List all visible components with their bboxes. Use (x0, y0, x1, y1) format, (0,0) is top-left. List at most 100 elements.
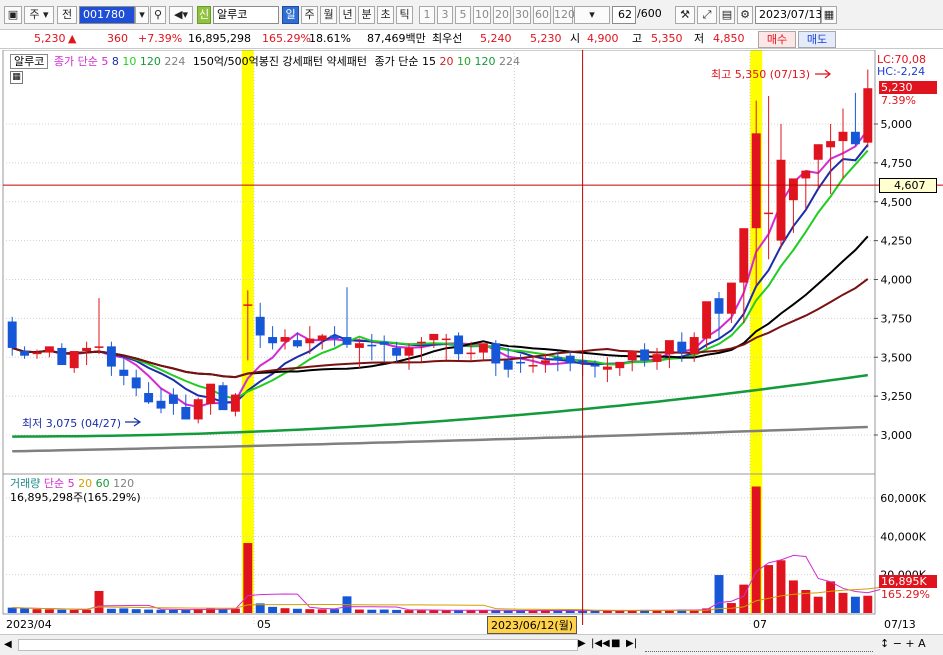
buy-button[interactable]: 매수 (758, 31, 796, 48)
speaker-icon[interactable]: ◀▾ (169, 6, 193, 24)
period-tab-6[interactable]: 틱 (396, 6, 413, 24)
interval-tab-1[interactable]: 3 (437, 6, 453, 24)
scroll-right-icon[interactable]: ▶ (578, 638, 586, 649)
price-tick-label-4: 4,000 (881, 274, 913, 287)
volume-bar-67 (838, 592, 848, 613)
period-tab-3[interactable]: 년 (339, 6, 356, 24)
interval-tab-0[interactable]: 1 (419, 6, 435, 24)
candle-body-48 (602, 366, 612, 370)
window-icon[interactable]: ▣ (4, 6, 22, 24)
candle-body-3 (44, 346, 54, 353)
candle-body-36 (454, 335, 464, 355)
code-dropdown-icon[interactable]: ▾ (135, 6, 149, 24)
period-tab-2[interactable]: 월 (320, 6, 337, 24)
change-pct: +7.39% (138, 32, 183, 45)
candle-body-10 (131, 377, 141, 389)
period-tab-0[interactable]: 일 (282, 6, 299, 24)
date-input[interactable]: 2023/07/13 (755, 6, 822, 24)
code-input[interactable]: 001780 (79, 6, 135, 24)
date-label-1: 05 (257, 618, 271, 631)
candle-body-66 (826, 141, 836, 148)
legend-ma-label: 종가 단순 (53, 55, 98, 68)
legend-stock-name[interactable]: 알루코 (10, 54, 49, 69)
volume-bar-6 (82, 609, 92, 613)
zoom-controls[interactable]: ↕ − + A (880, 637, 926, 650)
candle-body-33 (416, 341, 426, 344)
volume-bar-34 (429, 610, 439, 613)
price-tick-label-7: 3,250 (881, 390, 913, 403)
trade-amount: 87,469백만 (367, 32, 426, 45)
range-slider[interactable] (645, 638, 873, 652)
candle-body-31 (392, 347, 402, 356)
stop-icon[interactable]: ■ (611, 638, 620, 649)
market-select[interactable]: 주 ▾ (24, 6, 54, 24)
legend-ma2-224: 224 (498, 55, 520, 68)
period-tab-5[interactable]: 초 (377, 6, 394, 24)
candle-body-0 (7, 321, 17, 348)
period-tab-1[interactable]: 주 (301, 6, 318, 24)
search-icon[interactable]: ⚲ (150, 6, 166, 24)
count-total: /600 (637, 7, 662, 20)
candle-body-5 (69, 351, 79, 369)
candle-body-45 (565, 355, 575, 364)
save-icon[interactable]: ▤ (719, 6, 735, 24)
prev-button[interactable]: 전 (57, 6, 77, 24)
low-annotation: 최저 3,075 (04/27) (22, 417, 122, 430)
volume-bar-8 (106, 608, 116, 613)
interval-tab-7[interactable]: 120 (553, 6, 575, 24)
scroll-track[interactable] (18, 639, 578, 651)
interval-tab-6[interactable]: 60 (533, 6, 551, 24)
grid-toggle-icon[interactable]: ▦ (10, 71, 23, 84)
chart-area[interactable]: 5,000 4,750 4,500 4,250 4,000 3,750 3,500 3,250… (0, 49, 943, 655)
sell-button[interactable]: 매도 (798, 31, 836, 48)
gear-icon[interactable]: ⚙ (737, 6, 753, 24)
market-label: 주 (29, 8, 40, 21)
candle-body-69 (863, 88, 873, 143)
quote-bar: 5,230 ▲ 360 +7.39% 16,895,298 165.29% 18… (0, 30, 943, 49)
candle-body-64 (801, 170, 811, 179)
legend-ma2-10: 10 (456, 55, 471, 68)
candle-body-14 (181, 407, 191, 420)
price-tick-label-1: 4,750 (881, 157, 913, 170)
volume-bar-61 (764, 565, 774, 613)
candle-body-20 (255, 316, 265, 336)
hc-label: HC:-2,24 (877, 65, 926, 78)
period-tab-4[interactable]: 분 (358, 6, 375, 24)
volume-bar-62 (776, 560, 786, 613)
interval-tab-2[interactable]: 5 (455, 6, 471, 24)
draw-tool-icon[interactable]: ⤢ (697, 6, 717, 24)
candle-body-52 (652, 354, 662, 362)
candle-body-68 (850, 131, 860, 145)
legend-ma120: 120 (139, 55, 161, 68)
interval-tab-3[interactable]: 10 (473, 6, 491, 24)
price-legend: 알루코 종가 단순 5 8 10 120 224 150억/500억봉진 강세패… (10, 53, 520, 69)
price-tick-label-3: 4,250 (881, 235, 913, 248)
candle-body-47 (590, 365, 600, 367)
volume-bar-65 (813, 596, 823, 613)
candle-body-22 (280, 337, 290, 342)
rewind-icon[interactable]: |◀◀ (591, 638, 610, 649)
last-pct-tag: 7.39% (881, 94, 916, 107)
best-bid: 5,230 (530, 32, 562, 45)
candle-body-61 (764, 212, 774, 215)
calendar-icon[interactable]: ▦ (821, 6, 837, 24)
interval-tab-5[interactable]: 30 (513, 6, 531, 24)
volume-bar-12 (156, 609, 166, 613)
cross-price-tag: 4,607 (879, 178, 937, 193)
interval-tab-4[interactable]: 20 (493, 6, 511, 24)
play-icon[interactable]: ▶| (626, 638, 637, 649)
interval-select[interactable]: ▾ (574, 6, 610, 24)
candle-body-62 (776, 159, 786, 241)
date-label-3: 07 (753, 618, 767, 631)
legend-ma8: 8 (111, 55, 119, 68)
candle-body-6 (82, 347, 92, 352)
volume-tick-label-1: 40,000K (880, 530, 926, 543)
scroll-left-icon[interactable]: ◀ (4, 639, 12, 650)
legend-pattern: 150억/500억봉진 강세패턴 약세패턴 (192, 55, 367, 68)
volume-bar-35 (441, 610, 451, 613)
volume-bar-3 (44, 609, 54, 613)
count-input[interactable]: 62 (612, 6, 636, 24)
chart-tool-icon[interactable]: ⚒ (675, 6, 695, 24)
stock-chart[interactable]: 5,000 4,750 4,500 4,250 4,000 3,750 3,500 3,250… (0, 49, 943, 655)
stock-name-field[interactable]: 알루코 (213, 6, 279, 24)
